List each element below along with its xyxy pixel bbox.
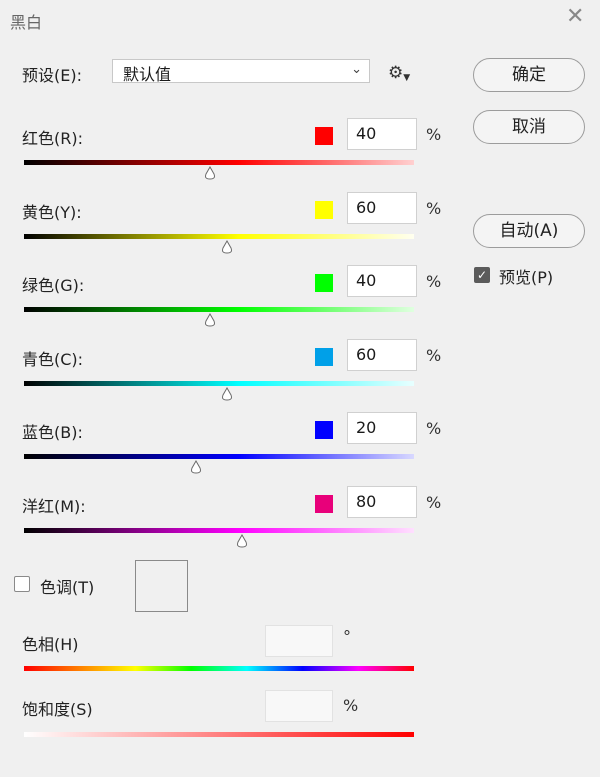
gear-icon[interactable]: ⚙▼ [388,63,410,83]
channel-percent-unit: % [426,345,442,365]
tint-color-swatch[interactable] [135,560,188,612]
preview-label: 预览(P) [499,268,554,287]
channel-percent-unit: % [426,272,442,291]
tint-label: 色调(T) [40,578,95,597]
channel-label: 红色(R): [22,129,83,148]
cancel-button[interactable]: 取消 [473,110,585,144]
tint-checkbox[interactable] [14,576,30,592]
channel-label: 洋红(M): [22,496,86,516]
hue-label: 色相(H) [22,635,79,654]
channel-color-swatch [315,421,333,439]
channel-percent-unit: % [426,419,442,438]
preset-value: 默认值 [123,65,172,84]
channel-value-input[interactable]: 80 [347,485,417,518]
preview-checkbox[interactable]: ✓ [474,267,490,283]
channel-color-swatch [315,347,333,366]
channel-percent-unit: % [426,125,442,144]
channel-value-input[interactable]: 40 [347,118,417,150]
channel-slider-track[interactable] [24,527,414,533]
channel-color-swatch [315,200,333,219]
slider-thumb-icon[interactable] [201,312,219,327]
saturation-label: 饱和度(S) [22,700,93,719]
preset-dropdown[interactable]: 默认值 ⌄ [112,59,370,84]
slider-thumb-icon[interactable] [218,239,236,254]
saturation-input[interactable] [265,690,333,722]
slider-thumb-icon[interactable] [187,459,205,474]
slider-thumb-icon[interactable] [233,533,251,548]
channel-label: 蓝色(B): [22,423,83,442]
channel-color-swatch [315,274,333,292]
channel-color-swatch [315,494,333,513]
channel-value-input[interactable]: 60 [347,338,417,371]
channel-value-input[interactable]: 20 [347,412,417,444]
channel-value-input[interactable]: 40 [347,265,417,297]
channel-label: 青色(C): [22,349,84,369]
slider-thumb-icon[interactable] [218,386,236,401]
close-icon[interactable]: ✕ [566,6,584,28]
channel-label: 绿色(G): [22,276,85,295]
saturation-unit: % [343,696,359,715]
preset-label: 预设(E): [22,66,82,85]
channel-value-input[interactable]: 60 [347,191,417,224]
channel-slider-track[interactable] [24,454,414,459]
channel-percent-unit: % [426,198,442,218]
channel-label: 黄色(Y): [22,202,82,222]
ok-button[interactable]: 确定 [473,58,585,92]
channel-color-swatch [315,127,333,145]
channel-percent-unit: % [426,492,442,512]
saturation-slider-track[interactable] [24,732,414,737]
auto-button[interactable]: 自动(A) [473,214,585,248]
chevron-down-icon: ⌄ [351,62,362,77]
hue-input[interactable] [265,625,333,657]
dialog-title: 黑白 [10,13,43,32]
hue-slider-track[interactable] [24,666,414,671]
hue-unit: ° [343,627,351,646]
slider-thumb-icon[interactable] [201,165,219,180]
